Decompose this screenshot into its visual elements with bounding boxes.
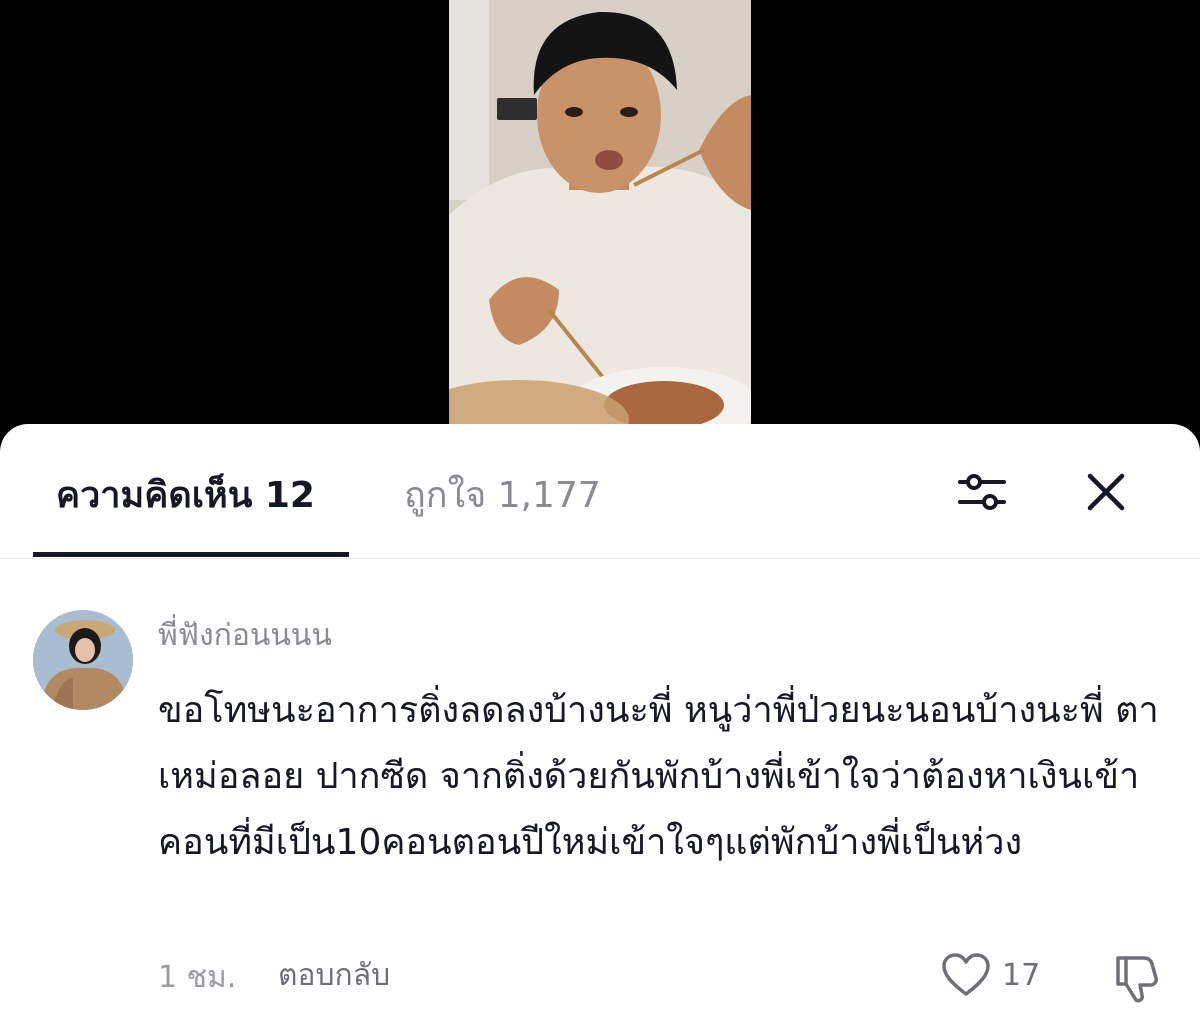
comment-username[interactable]: พี่ฟังก่อนนนน — [158, 616, 332, 656]
comment-text: ขอโทษนะอาการติ่งลดลงบ้างนะพี่ หนูว่าพี่ป… — [158, 690, 1159, 863]
close-icon — [1087, 473, 1125, 511]
comments-tabbar: ความคิดเห็น 12 ถูกใจ 1,177 — [0, 424, 1200, 559]
tab-comments[interactable]: ความคิดเห็น 12 — [56, 472, 315, 520]
active-tab-indicator — [33, 552, 349, 557]
thumbs-down-icon — [1116, 956, 1158, 1003]
dislike-button[interactable] — [1108, 950, 1164, 1006]
comments-sheet: ความคิดเห็น 12 ถูกใจ 1,177 พี่ฟังก่อนนนน… — [0, 424, 1200, 1036]
like-count: 17 — [1002, 958, 1041, 993]
filter-button[interactable] — [950, 460, 1014, 524]
close-button[interactable] — [1074, 460, 1138, 524]
like-button[interactable] — [940, 950, 992, 1002]
comment-item: พี่ฟังก่อนนนน ขอโทษนะอาการติ่งลดลงบ้างนะ… — [0, 558, 1200, 1036]
video-frame — [449, 0, 751, 440]
reply-button[interactable]: ตอบกลับ — [278, 956, 390, 996]
tab-likes[interactable]: ถูกใจ 1,177 — [404, 472, 601, 520]
avatar-image — [33, 610, 133, 710]
sliders-icon — [958, 474, 1006, 510]
heart-icon — [942, 953, 990, 996]
video-player[interactable] — [0, 0, 1200, 440]
comment-timestamp: 1 ชม. — [158, 960, 237, 995]
avatar[interactable] — [33, 610, 133, 710]
video-person-image — [449, 0, 751, 440]
